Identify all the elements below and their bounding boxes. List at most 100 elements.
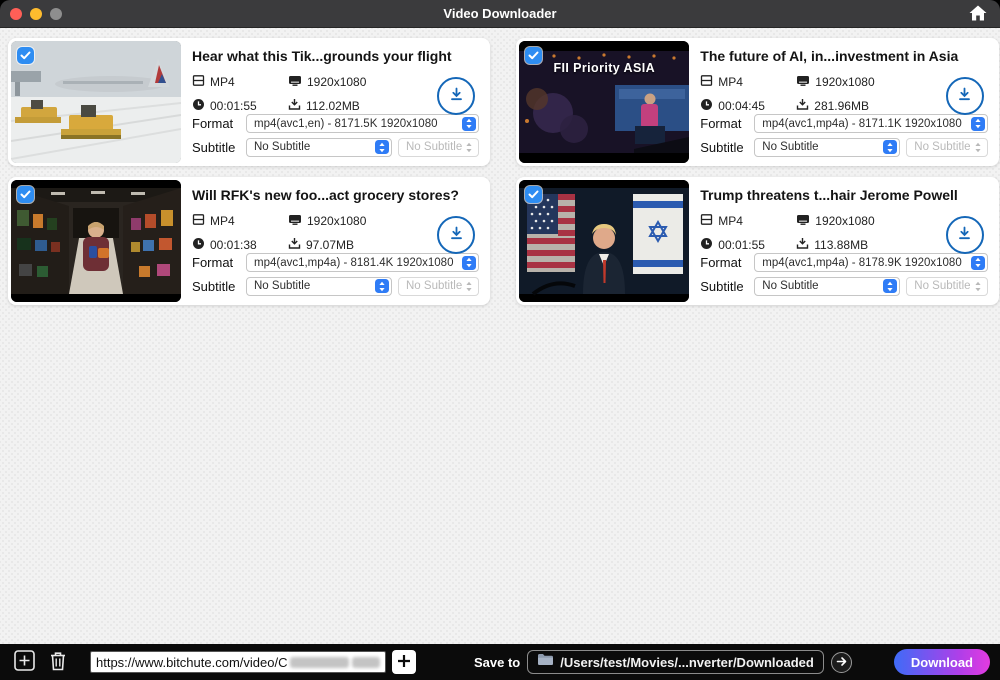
- format-label: Format: [192, 116, 240, 131]
- folder-icon: [537, 653, 554, 671]
- stepper-icon: [462, 117, 476, 131]
- format-row: Format mp4(avc1,mp4a) - 8181.4K 1920x108…: [192, 253, 479, 273]
- open-folder-button[interactable]: [831, 652, 852, 673]
- select-checkbox[interactable]: [17, 47, 34, 64]
- resolution: 1920x1080: [288, 213, 418, 229]
- stepper-icon: [375, 279, 389, 293]
- format-label: Format: [700, 255, 748, 270]
- format-select[interactable]: mp4(avc1,mp4a) - 8178.9K 1920x1080: [754, 253, 987, 272]
- download-video-button[interactable]: [946, 77, 984, 115]
- film-icon: [192, 74, 205, 90]
- video-card: Hear what this Tik...grounds your flight…: [8, 38, 490, 166]
- save-to-label: Save to: [474, 655, 520, 670]
- container-format: MP4: [700, 213, 796, 229]
- home-button[interactable]: [966, 3, 990, 25]
- check-icon: [528, 186, 539, 204]
- resolution: 1920x1080: [288, 74, 418, 90]
- stepper-icon: [971, 140, 985, 154]
- film-icon: [192, 213, 205, 229]
- video-meta: MP4 1920x1080 00:01:55 112.02MB: [192, 74, 418, 114]
- url-redacted: [290, 657, 349, 668]
- stepper-icon: [971, 117, 985, 131]
- display-icon: [796, 213, 810, 229]
- app-window: Video Downloader: [0, 0, 1000, 680]
- resolution: 1920x1080: [796, 213, 926, 229]
- subtitle-track-select-disabled: No Subtitle: [398, 138, 479, 157]
- select-checkbox[interactable]: [17, 186, 34, 203]
- select-checkbox[interactable]: [525, 47, 542, 64]
- subtitle-select[interactable]: No Subtitle: [754, 277, 900, 296]
- video-info: Will RFK's new foo...act grocery stores?…: [181, 180, 487, 302]
- url-input[interactable]: https://www.bitchute.com/video/C: [90, 651, 386, 673]
- video-thumbnail[interactable]: [11, 41, 181, 163]
- window-title: Video Downloader: [0, 6, 1000, 21]
- stepper-icon: [462, 140, 476, 154]
- video-thumbnail[interactable]: FII Priority ASIA: [519, 41, 689, 163]
- file-size: 113.88MB: [796, 237, 926, 253]
- download-tray-icon: [796, 98, 809, 114]
- main-area: Hear what this Tik...grounds your flight…: [0, 28, 1000, 644]
- format-row: Format mp4(avc1,mp4a) - 8178.9K 1920x108…: [700, 253, 987, 273]
- format-label: Format: [700, 116, 748, 131]
- format-label: Format: [192, 255, 240, 270]
- format-row: Format mp4(avc1,en) - 8171.5K 1920x1080: [192, 114, 479, 134]
- download-video-button[interactable]: [437, 77, 475, 115]
- thumbnail-overlay-text: FII Priority ASIA: [519, 61, 689, 75]
- file-size: 112.02MB: [288, 98, 418, 114]
- video-thumbnail[interactable]: [11, 180, 181, 302]
- format-select[interactable]: mp4(avc1,mp4a) - 8171.1K 1920x1080: [754, 114, 987, 133]
- url-redacted: [352, 657, 380, 668]
- arrow-right-icon: [836, 655, 847, 670]
- home-icon: [968, 10, 988, 25]
- video-title: Trump threatens t...hair Jerome Powell: [700, 187, 987, 203]
- stepper-icon: [462, 256, 476, 270]
- stepper-icon: [462, 279, 476, 293]
- video-card: Trump threatens t...hair Jerome Powell M…: [516, 177, 998, 305]
- subtitle-track-select-disabled: No Subtitle: [398, 277, 479, 296]
- download-arrow-icon: [956, 225, 973, 245]
- podium-flags-thumbnail-art: [519, 180, 689, 302]
- subtitle-row: Subtitle No Subtitle No Subtitle: [700, 276, 987, 296]
- save-path-select[interactable]: /Users/test/Movies/...nverter/Downloaded: [527, 650, 824, 674]
- subtitle-select[interactable]: No Subtitle: [246, 138, 392, 157]
- video-thumbnail[interactable]: [519, 180, 689, 302]
- titlebar: Video Downloader: [0, 0, 1000, 28]
- clock-icon: [192, 98, 205, 114]
- format-select[interactable]: mp4(avc1,en) - 8171.5K 1920x1080: [246, 114, 479, 133]
- download-video-button[interactable]: [437, 216, 475, 254]
- select-checkbox[interactable]: [525, 186, 542, 203]
- video-card: Will RFK's new foo...act grocery stores?…: [8, 177, 490, 305]
- clock-icon: [192, 237, 205, 253]
- download-all-button[interactable]: Download: [894, 649, 990, 675]
- subtitle-row: Subtitle No Subtitle No Subtitle: [700, 137, 987, 157]
- duration: 00:01:38: [192, 237, 288, 253]
- subtitle-select[interactable]: No Subtitle: [754, 138, 900, 157]
- clock-icon: [700, 237, 713, 253]
- video-card-grid: Hear what this Tik...grounds your flight…: [8, 38, 992, 305]
- add-url-button[interactable]: [10, 648, 38, 676]
- video-title: Hear what this Tik...grounds your flight: [192, 48, 479, 64]
- container-format: MP4: [700, 74, 796, 90]
- download-tray-icon: [288, 237, 301, 253]
- plus-square-icon: [13, 649, 36, 675]
- download-video-button[interactable]: [946, 216, 984, 254]
- subtitle-row: Subtitle No Subtitle No Subtitle: [192, 137, 479, 157]
- video-meta: MP4 1920x1080 00:01:55 113.88MB: [700, 213, 926, 253]
- stepper-icon: [971, 279, 985, 293]
- add-to-queue-button[interactable]: [392, 650, 416, 674]
- format-select[interactable]: mp4(avc1,mp4a) - 8181.4K 1920x1080: [246, 253, 479, 272]
- resolution: 1920x1080: [796, 74, 926, 90]
- subtitle-track-select-disabled: No Subtitle: [906, 138, 987, 157]
- check-icon: [20, 186, 31, 204]
- url-text: https://www.bitchute.com/video/C: [96, 655, 287, 670]
- container-format: MP4: [192, 74, 288, 90]
- film-icon: [700, 74, 713, 90]
- stepper-icon: [971, 256, 985, 270]
- delete-button[interactable]: [44, 648, 72, 676]
- download-tray-icon: [288, 98, 301, 114]
- display-icon: [796, 74, 810, 90]
- container-format: MP4: [192, 213, 288, 229]
- clock-icon: [700, 98, 713, 114]
- subtitle-select[interactable]: No Subtitle: [246, 277, 392, 296]
- subtitle-track-select-disabled: No Subtitle: [906, 277, 987, 296]
